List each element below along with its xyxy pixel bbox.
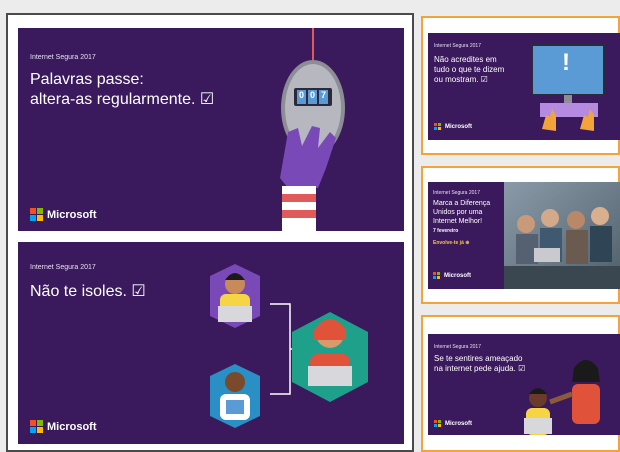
microsoft-logo: Microsoft [30,420,97,433]
card-tag: Internet Segura 2017 [434,43,481,49]
card-threatened[interactable]: Internet Segura 2017 Se te sentires amea… [428,334,620,435]
cta-link[interactable]: Envolve-te já ⊕ [433,240,469,246]
card-headline: Não te isoles. ☑ [30,283,146,300]
microsoft-wordmark: Microsoft [444,272,471,279]
microsoft-logo: Microsoft [434,420,472,427]
monitor-alert-icon [531,44,605,131]
card-tag: Internet Segura 2017 [433,190,480,196]
microsoft-logo-icon [30,420,43,433]
people-network-icon [210,264,368,428]
microsoft-wordmark: Microsoft [47,420,97,433]
card-tag: Internet Segura 2017 [30,54,96,61]
card-headline-line2: Unidos por uma [433,209,483,216]
card-isolate[interactable]: Internet Segura 2017 Não te isoles. ☑ Mi… [18,242,404,444]
microsoft-logo-icon [434,123,441,130]
card-passwords[interactable]: Internet Segura 2017 Palavras passe: alt… [18,28,404,231]
event-date: 7 fevereiro [433,228,459,234]
card-headline-line3: ou mostram. ☑ [434,75,488,84]
lock-digit: 7 [321,90,327,100]
card-headline-line1: Não acredites em [434,55,497,64]
microsoft-wordmark: Microsoft [445,123,472,130]
group-photo [504,182,620,289]
people-help-icon [524,360,600,435]
microsoft-logo: Microsoft [30,208,97,221]
microsoft-logo: Microsoft [433,272,471,279]
card-headline-line2: tudo o que te dizem [434,65,505,74]
microsoft-logo-icon [434,420,441,427]
card-tag: Internet Segura 2017 [30,264,96,271]
card-tag: Internet Segura 2017 [434,344,481,350]
microsoft-logo-icon [433,272,440,279]
alert-symbol: ! [562,49,570,76]
lock-digit: 0 [299,90,305,100]
microsoft-logo-icon [30,208,43,221]
lock-digit: 0 [310,90,316,100]
microsoft-wordmark: Microsoft [445,420,472,427]
microsoft-logo: Microsoft [434,123,472,130]
card-believe[interactable]: Internet Segura 2017 Não acredites em tu… [428,33,620,140]
microsoft-wordmark: Microsoft [47,208,97,221]
card-difference[interactable]: Internet Segura 2017 Marca a Diferença U… [428,182,620,289]
card-headline-line1: Palavras passe: [30,71,144,88]
card-headline-line1: Marca a Diferença [433,200,491,207]
card-headline-line2: altera-as regularmente. ☑ [30,91,215,108]
card-headline-line3: Internet Melhor! [433,218,483,225]
padlock-mouse-icon [280,28,345,231]
